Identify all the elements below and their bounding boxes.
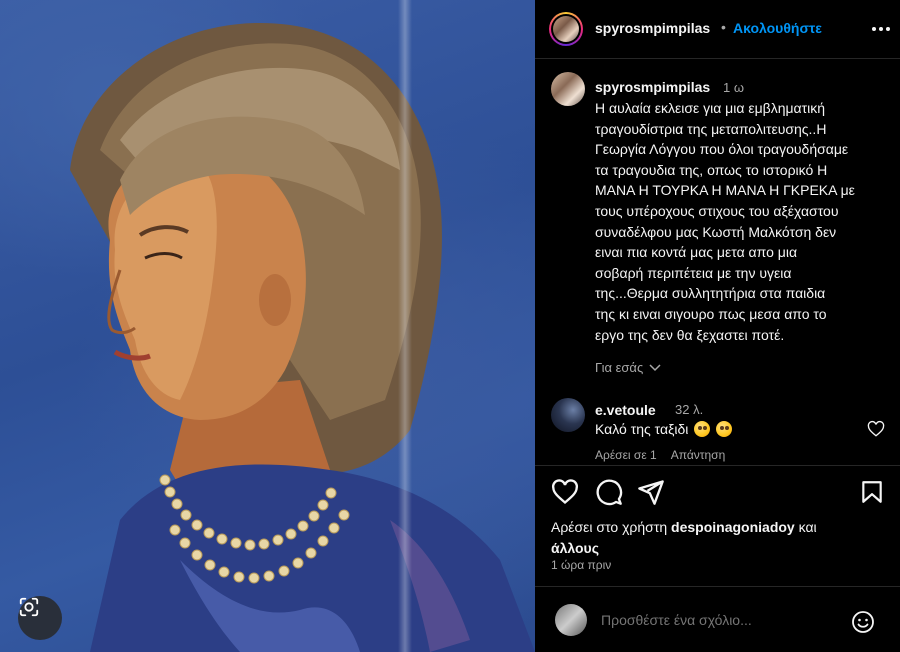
post-timestamp[interactable]: 1 ώρα πριν (551, 558, 611, 572)
likes-prefix: Αρέσει στο χρήστη (551, 519, 672, 535)
comment-like-button[interactable] (867, 420, 885, 443)
emoji-icon (852, 611, 874, 633)
comment-meta: Αρέσει σε 1 Απάντηση (595, 448, 725, 462)
comment-likes-link[interactable]: Αρέσει σε 1 (595, 448, 657, 462)
more-horizontal-icon (872, 27, 890, 31)
caption-text: Η αυλαία εκλεισε για μια εμβληματική τρα… (595, 100, 855, 343)
like-button[interactable] (551, 478, 579, 511)
likes-summary: Αρέσει στο χρήστη despoinagoniadoy και ά… (551, 517, 881, 559)
author-avatar[interactable] (549, 12, 583, 46)
add-comment-input[interactable] (601, 612, 841, 628)
share-icon (638, 480, 664, 505)
caption-username[interactable]: spyrosmpimpilas (595, 79, 710, 95)
caption-avatar[interactable] (551, 72, 585, 106)
emoji-picker-button[interactable] (851, 610, 875, 639)
comment-button[interactable] (595, 478, 623, 511)
actions-divider (535, 465, 900, 466)
portrait-illustration (70, 22, 535, 652)
likes-user-link[interactable]: despoinagoniadoy (671, 519, 795, 535)
save-button[interactable] (859, 478, 885, 511)
bookmark-icon (862, 481, 882, 503)
comment-text: Καλό της ταξιδι (595, 421, 733, 437)
comment-reply-link[interactable]: Απάντηση (671, 448, 726, 462)
more-options-button[interactable] (871, 14, 891, 49)
comment-username[interactable]: e.vetoule (595, 402, 656, 418)
flushed-emoji-icon (716, 421, 733, 437)
follow-button[interactable]: Ακολουθήστε (733, 20, 822, 36)
post-header: spyrosmpimpilas • Ακολουθήστε (535, 0, 900, 59)
likes-others-link[interactable]: άλλους (551, 540, 599, 556)
visual-search-button[interactable] (18, 596, 62, 640)
likes-middle: και (794, 519, 817, 535)
translation-label: Για εσάς (595, 360, 644, 375)
comment-box-divider (535, 586, 900, 587)
caption-time[interactable]: 1 ω (723, 80, 744, 95)
heart-icon (867, 420, 885, 437)
flushed-emoji-icon (694, 421, 711, 437)
comment-icon (596, 479, 623, 506)
post-image[interactable] (0, 0, 535, 652)
comment-time[interactable]: 32 λ. (675, 402, 703, 417)
post-sidebar: spyrosmpimpilas • Ακολουθήστε spyrosmpim… (535, 0, 900, 652)
current-user-avatar (555, 604, 587, 636)
header-separator: • (721, 19, 726, 35)
visual-search-icon (19, 597, 39, 617)
heart-icon (552, 479, 578, 505)
chevron-down-icon (649, 363, 661, 371)
comment-avatar[interactable] (551, 398, 585, 432)
translation-toggle[interactable]: Για εσάς (595, 360, 661, 375)
page-crease (398, 0, 412, 652)
share-button[interactable] (637, 478, 665, 511)
comment-body: Καλό της ταξιδι (595, 421, 689, 437)
author-username[interactable]: spyrosmpimpilas (595, 20, 710, 36)
